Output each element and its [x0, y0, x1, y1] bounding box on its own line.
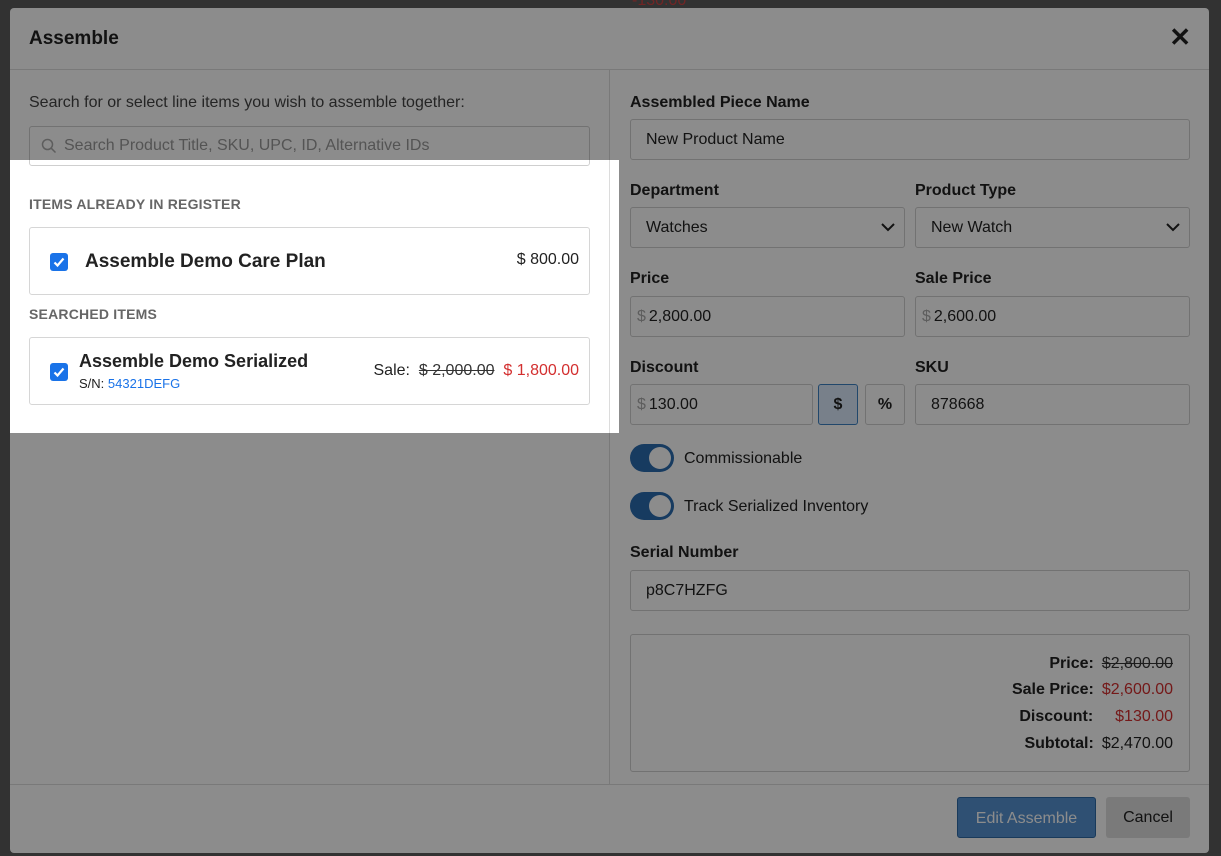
summary-subtotal-value: $2,470.00: [1101, 735, 1173, 752]
search-instruction: Search for or select line items you wish…: [29, 94, 465, 111]
searched-item-title: Assemble Demo Serialized: [79, 351, 309, 371]
section-register-label: ITEMS ALREADY IN REGISTER: [29, 196, 241, 212]
summary-price-value: $2,800.00: [1101, 655, 1173, 672]
discount-input[interactable]: $130.00: [630, 384, 813, 425]
currency-prefix: $: [637, 396, 646, 413]
toggle-knob: [649, 447, 671, 469]
summary-discount-value: $130.00: [1115, 708, 1173, 725]
chevron-down-icon: [881, 223, 895, 232]
assembled-name-input[interactable]: New Product Name: [630, 119, 1190, 160]
summary-sale-row: Sale Price: $2,600.00: [1012, 681, 1173, 699]
sku-label: SKU: [915, 359, 949, 376]
register-item[interactable]: Assemble Demo Care Plan $ 800.00: [29, 227, 590, 295]
sale-price: $ 1,800.00: [503, 362, 579, 379]
register-item-checkbox[interactable]: [50, 253, 68, 271]
price-summary: Price: $2,800.00 Sale Price: $2,600.00 Dis…: [630, 634, 1190, 772]
serial-number-input[interactable]: p8C7HZFG: [630, 570, 1190, 611]
modal-header: Assemble ✕: [10, 8, 1209, 70]
serial-number-label: Serial Number: [630, 544, 739, 561]
check-icon: [53, 257, 65, 268]
searched-item-checkbox[interactable]: [50, 363, 68, 381]
department-select[interactable]: Watches: [630, 207, 905, 248]
price-label: Price: [630, 270, 670, 287]
toggle-knob: [649, 495, 671, 517]
summary-subtotal-row: Subtotal: $2,470.00: [1024, 735, 1173, 753]
summary-discount-row: Discount: $130.00: [1019, 708, 1173, 726]
track-serialized-toggle[interactable]: [630, 492, 674, 520]
summary-sale-value: $2,600.00: [1101, 681, 1173, 698]
department-value: Watches: [646, 219, 708, 236]
department-label: Department: [630, 182, 719, 199]
edit-assemble-button[interactable]: Edit Assemble: [957, 797, 1096, 838]
dim-overlay-left-strip: [0, 160, 10, 433]
sku-input[interactable]: 878668: [915, 384, 1190, 425]
sale-price-value: 2,600.00: [933, 308, 997, 325]
summary-price-row: Price: $2,800.00: [1049, 655, 1173, 673]
product-type-label: Product Type: [915, 182, 1017, 199]
currency-prefix: $: [637, 308, 646, 325]
left-pane: Search for or select line items you wish…: [10, 70, 610, 784]
sale-price-input[interactable]: $2,600.00: [915, 296, 1190, 337]
serial-number-line: S/N: 54321DEFG: [79, 376, 180, 391]
assemble-modal: Assemble ✕ Search for or select line ite…: [10, 8, 1209, 853]
price-value: 2,800.00: [648, 308, 712, 325]
searched-item-price: Sale: $ 2,000.00 $ 1,800.00: [374, 362, 580, 380]
search-input[interactable]: [64, 127, 584, 165]
price-input[interactable]: $2,800.00: [630, 296, 905, 337]
discount-dollar-button[interactable]: $: [818, 384, 858, 425]
sale-price-label: Sale Price: [915, 270, 992, 287]
commissionable-label: Commissionable: [684, 450, 803, 467]
discount-percent-button[interactable]: %: [865, 384, 905, 425]
commissionable-toggle[interactable]: [630, 444, 674, 472]
right-pane: Assembled Piece Name New Product Name De…: [610, 70, 1209, 784]
search-box[interactable]: [29, 126, 590, 166]
modal-footer: Edit Assemble Cancel: [10, 784, 1209, 853]
product-type-select[interactable]: New Watch: [915, 207, 1190, 248]
searched-item[interactable]: Assemble Demo Serialized S/N: 54321DEFG …: [29, 337, 590, 405]
close-icon[interactable]: ✕: [1169, 24, 1191, 50]
check-icon: [53, 367, 65, 378]
original-price: $ 2,000.00: [418, 362, 495, 379]
sn-label: S/N:: [79, 376, 105, 391]
summary-discount-key: Discount:: [1019, 708, 1094, 725]
discount-label: Discount: [630, 359, 699, 376]
assembled-name-label: Assembled Piece Name: [630, 94, 810, 111]
section-searched-label: SEARCHED ITEMS: [29, 306, 158, 322]
currency-prefix: $: [922, 308, 931, 325]
summary-price-key: Price:: [1049, 655, 1094, 672]
cancel-button[interactable]: Cancel: [1106, 797, 1190, 838]
summary-subtotal-key: Subtotal:: [1024, 735, 1094, 752]
product-type-value: New Watch: [931, 219, 1013, 236]
sale-label: Sale:: [373, 362, 410, 379]
track-serialized-label: Track Serialized Inventory: [684, 498, 869, 515]
register-item-price: $ 800.00: [516, 251, 579, 268]
search-icon: [41, 138, 57, 154]
summary-sale-key: Sale Price:: [1011, 681, 1094, 698]
sn-value[interactable]: 54321DEFG: [108, 376, 180, 391]
chevron-down-icon: [1166, 223, 1180, 232]
discount-value: 130.00: [648, 396, 698, 413]
register-item-title: Assemble Demo Care Plan: [85, 251, 326, 272]
modal-title: Assemble: [29, 28, 119, 49]
